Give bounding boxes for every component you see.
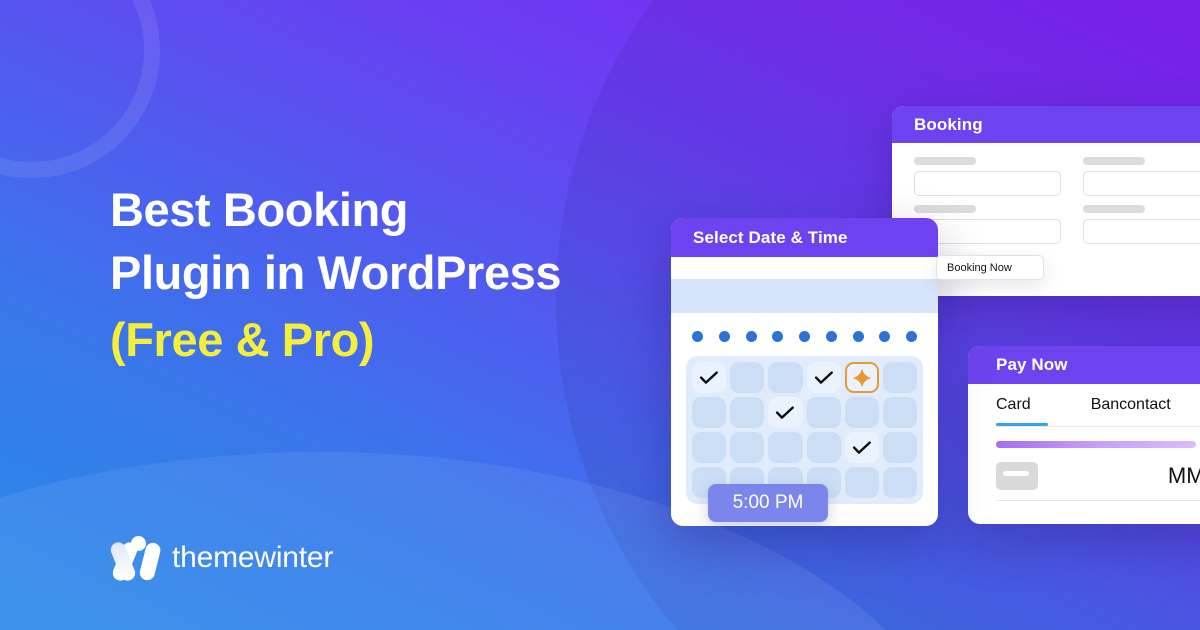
- calendar-weekday-dot: [745, 331, 757, 342]
- payment-card-body: Card Bancontact MM/YY: [968, 384, 1200, 501]
- payment-tabs-divider: [996, 426, 1200, 427]
- booking-field-4: [1083, 205, 1200, 244]
- payment-method-tabs: Card Bancontact: [996, 384, 1200, 426]
- booking-card-header: Booking: [892, 106, 1200, 143]
- brand-logo: themewinter: [108, 536, 334, 583]
- calendar-day-cell[interactable]: [692, 397, 727, 428]
- check-icon: [852, 440, 871, 454]
- booking-field-2-label: [1083, 157, 1145, 165]
- booking-field-2-input[interactable]: [1083, 171, 1200, 196]
- booking-field-1: [914, 157, 1061, 196]
- star-icon: [852, 368, 872, 387]
- calendar-day-cell[interactable]: [692, 432, 727, 463]
- tab-bancontact[interactable]: Bancontact: [1091, 396, 1171, 414]
- booking-card-body: [892, 143, 1200, 244]
- calendar-card-title: Select Date & Time: [693, 227, 848, 247]
- calendar-day-cell[interactable]: [692, 362, 727, 393]
- credit-card-icon: [996, 462, 1038, 490]
- calendar-day-cell[interactable]: [768, 432, 803, 463]
- calendar-day-cell[interactable]: [882, 467, 917, 498]
- calendar-day-cell[interactable]: [806, 362, 841, 393]
- headline-line-1: Best Booking: [110, 183, 409, 236]
- calendar-day-cell[interactable]: [844, 432, 879, 463]
- booking-field-1-input[interactable]: [914, 171, 1061, 196]
- calendar-day-cell[interactable]: [768, 397, 803, 428]
- calendar-weekday-dot: [852, 331, 864, 342]
- booking-now-button[interactable]: Booking Now: [936, 255, 1044, 280]
- payment-card-header: Pay Now: [968, 346, 1200, 384]
- payment-card: Pay Now Card Bancontact MM/YY: [968, 346, 1200, 524]
- calendar-day-cell[interactable]: [882, 397, 917, 428]
- booking-card-title: Booking: [914, 114, 983, 134]
- promo-banner: Best Booking Plugin in WordPress (Free &…: [0, 0, 1200, 630]
- calendar-grid-wrapper: 5:00 PM: [671, 342, 938, 522]
- booking-field-4-label: [1083, 205, 1145, 213]
- headline-line-3: (Free & Pro): [110, 313, 375, 366]
- booking-now-button-label: Booking Now: [947, 261, 1012, 274]
- check-icon: [776, 405, 795, 419]
- check-icon: [814, 370, 833, 384]
- booking-field-grid: [914, 157, 1200, 244]
- time-slot-badge[interactable]: 5:00 PM: [708, 484, 828, 522]
- active-tab-underline: [996, 423, 1048, 426]
- headline-line-2: Plugin in WordPress: [110, 246, 562, 299]
- calendar-weekday-dot: [879, 331, 891, 342]
- logo-wordmark: themewinter: [172, 541, 334, 574]
- calendar-day-cell[interactable]: [730, 397, 765, 428]
- payment-card-title: Pay Now: [996, 355, 1068, 374]
- calendar-day-cell[interactable]: [844, 467, 879, 498]
- calendar-day-cell[interactable]: [806, 397, 841, 428]
- calendar-weekday-dots: [671, 313, 938, 342]
- booking-field-1-label: [914, 157, 976, 165]
- booking-field-4-input[interactable]: [1083, 219, 1200, 244]
- calendar-card-header: Select Date & Time: [671, 218, 938, 257]
- calendar-day-cell[interactable]: [844, 397, 879, 428]
- calendar-weekday-dot: [825, 331, 837, 342]
- card-expiry-row: MM/YY: [996, 462, 1200, 501]
- tab-card[interactable]: Card: [996, 396, 1031, 414]
- calendar-day-cell[interactable]: [882, 362, 917, 393]
- calendar-day-cell[interactable]: [806, 432, 841, 463]
- check-icon: [699, 370, 718, 384]
- card-number-placeholder-bar: [996, 441, 1196, 448]
- calendar-month-band: [671, 279, 938, 313]
- calendar-day-cell[interactable]: [730, 362, 765, 393]
- select-date-time-card: Select Date & Time 5:00 PM: [671, 218, 938, 526]
- booking-field-2: [1083, 157, 1200, 196]
- themewinter-w-logo-icon: [108, 536, 162, 583]
- headline-block: Best Booking Plugin in WordPress (Free &…: [110, 178, 562, 371]
- calendar-day-cell[interactable]: [768, 362, 803, 393]
- calendar-day-cell[interactable]: [844, 362, 879, 393]
- calendar-day-cell[interactable]: [730, 432, 765, 463]
- calendar-weekday-dot: [906, 331, 917, 342]
- calendar-weekday-dot: [799, 331, 810, 342]
- calendar-weekday-dot: [718, 331, 730, 342]
- calendar-weekday-dot: [692, 331, 703, 342]
- card-expiry-placeholder[interactable]: MM/YY: [1168, 463, 1200, 489]
- calendar-top-gap: [671, 257, 938, 279]
- calendar-day-grid: 5:00 PM: [686, 356, 923, 522]
- logo-dot: [131, 536, 146, 551]
- booking-field-3-label: [914, 205, 976, 213]
- calendar-day-cell[interactable]: [882, 432, 917, 463]
- calendar-weekday-dot: [772, 331, 784, 342]
- decorative-ring-shape: [0, 0, 160, 178]
